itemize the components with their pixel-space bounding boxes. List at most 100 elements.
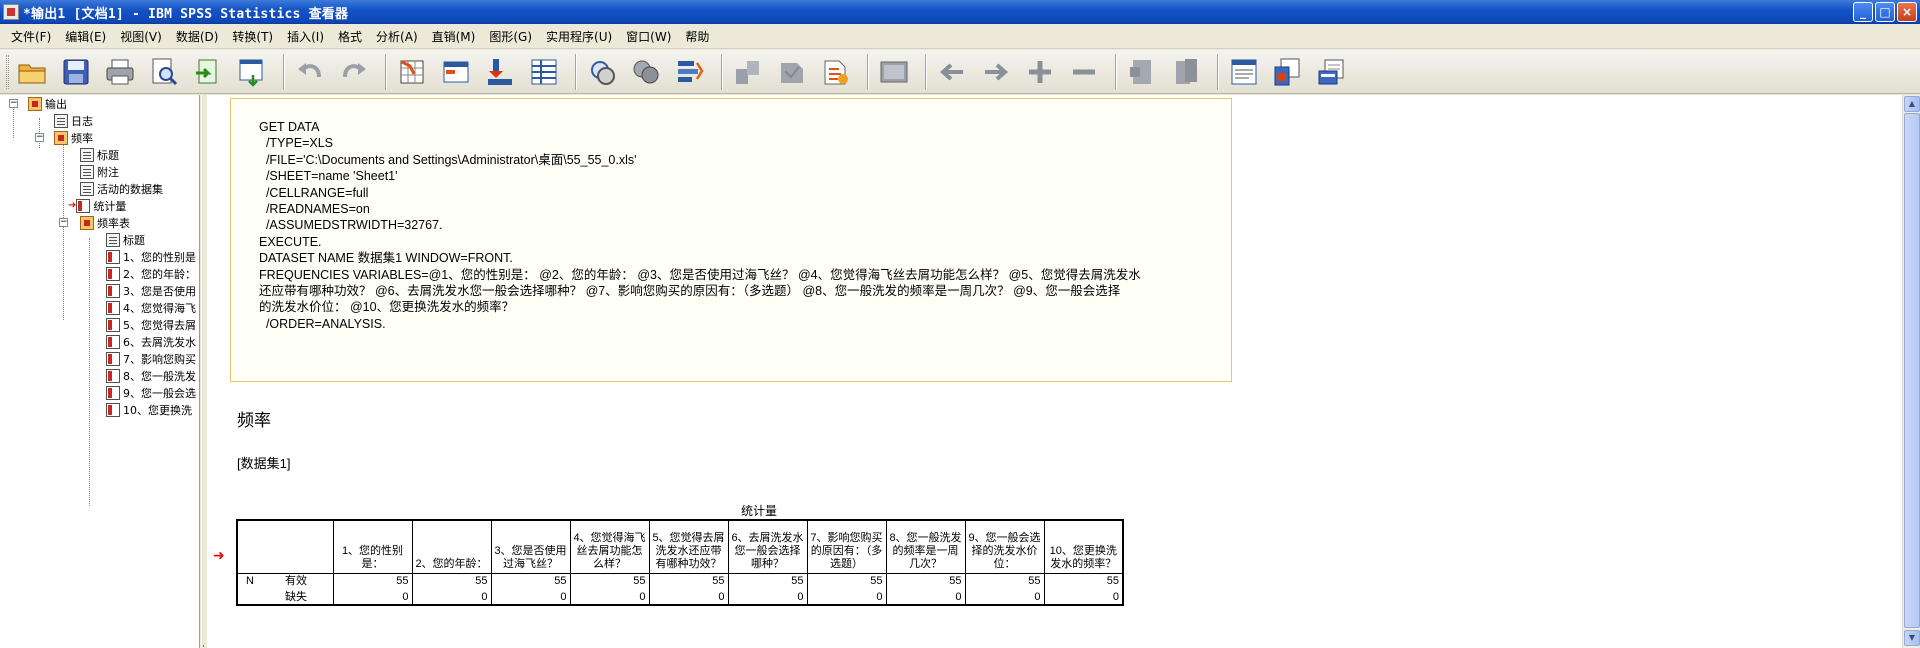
open-icon[interactable]	[13, 53, 51, 91]
syntax-line: /ASSUMEDSTRWIDTH=32767.	[259, 218, 443, 233]
statistics-table[interactable]: 1、您的性别是： 2、您的年龄： 3、您是否使用过海飞丝？ 4、您觉得海飞丝去屑…	[236, 519, 1124, 606]
maximize-button[interactable]: □	[1875, 2, 1895, 22]
tree-node-item-5[interactable]: 5、您觉得去屑	[106, 316, 196, 333]
goto-variable-icon[interactable]	[481, 53, 519, 91]
demote-icon[interactable]	[773, 53, 811, 91]
tree-node-item-4[interactable]: 4、您觉得海飞	[106, 299, 196, 316]
recall-dialog-icon[interactable]	[233, 53, 271, 91]
minimize-button[interactable]: _	[1853, 2, 1873, 22]
insert-title-icon[interactable]	[1167, 53, 1205, 91]
title-bar: *输出1 [文档1] - IBM SPSS Statistics 查看器 _ □…	[0, 0, 1920, 24]
tree-node-label: 日志	[71, 114, 93, 128]
insert-chart-icon[interactable]	[1269, 53, 1307, 91]
expand-icon[interactable]	[817, 53, 855, 91]
save-icon[interactable]	[57, 53, 95, 91]
collapse-toggle[interactable]: −	[35, 133, 44, 142]
insert-text-icon[interactable]	[1225, 53, 1263, 91]
table-cell: 0	[1043, 589, 1124, 606]
scroll-down-button[interactable]: ▼	[1904, 630, 1920, 646]
menu-utilities[interactable]: 实用程序(U)	[539, 28, 619, 45]
dataset-label[interactable]: [数据集1]	[237, 453, 290, 472]
tree-line	[63, 140, 64, 320]
menu-graphs[interactable]: 图形(G)	[482, 28, 539, 45]
undo-icon[interactable]	[291, 53, 329, 91]
tree-node-item-2[interactable]: 2、您的年龄：	[106, 265, 196, 282]
tree-node-subtitle[interactable]: 标题	[106, 231, 145, 248]
tree-node-item-6[interactable]: 6、去屑洗发水	[106, 333, 196, 350]
dataset-doc-icon	[80, 181, 94, 196]
tree-node-frequencies[interactable]: 频率	[54, 129, 93, 146]
table-icon	[106, 317, 120, 332]
menu-transform[interactable]: 转换(T)	[225, 28, 280, 45]
redo-icon[interactable]	[335, 53, 373, 91]
use-sets-icon[interactable]	[583, 53, 621, 91]
tree-node-active-dataset[interactable]: 活动的数据集	[80, 180, 163, 197]
plus-icon[interactable]	[1021, 53, 1059, 91]
column-header: 8、您一般洗发的频率是一周几次？	[885, 519, 965, 573]
menu-edit[interactable]: 编辑(E)	[58, 28, 113, 45]
minus-icon[interactable]	[1065, 53, 1103, 91]
table-cell: 0	[490, 589, 570, 606]
tree-node-log[interactable]: 日志	[54, 112, 93, 129]
menu-format[interactable]: 格式	[331, 28, 369, 45]
tree-node-item-3[interactable]: 3、您是否使用	[106, 282, 196, 299]
spss-app-icon[interactable]	[3, 4, 19, 20]
goto-data-icon[interactable]	[393, 53, 431, 91]
toolbar-separator	[721, 53, 723, 90]
menu-view[interactable]: 视图(V)	[113, 28, 169, 45]
title-doc-icon	[80, 147, 94, 162]
scroll-up-button[interactable]: ▲	[1904, 96, 1920, 112]
syntax-line: DATASET NAME 数据集1 WINDOW=FRONT.	[259, 251, 513, 266]
syntax-log-block[interactable]: GET DATA /TYPE=XLS /FILE='C:\Documents a…	[230, 98, 1232, 382]
tree-node-item-7[interactable]: 7、影响您购买	[106, 350, 196, 367]
table-cell: 55	[885, 572, 965, 589]
tree-node-title[interactable]: 标题	[80, 146, 119, 163]
row-label-missing: 缺失	[277, 589, 333, 606]
goto-case-icon[interactable]	[437, 53, 475, 91]
show-all-variables-icon[interactable]	[627, 53, 665, 91]
menu-help[interactable]: 帮助	[678, 28, 716, 45]
tree-node-item-8[interactable]: 8、您一般洗发	[106, 367, 196, 384]
menu-window[interactable]: 窗口(W)	[619, 28, 678, 45]
table-cell: 55	[964, 572, 1044, 589]
selected-item-arrow-icon: ➜	[213, 548, 225, 564]
vertical-scrollbar[interactable]: ▲ ▼	[1902, 95, 1920, 648]
menu-direct-marketing[interactable]: 直销(M)	[425, 28, 483, 45]
table-icon	[106, 266, 120, 281]
tree-node-item-10[interactable]: 10、您更换洗	[106, 401, 192, 418]
insert-heading-icon[interactable]	[1123, 53, 1161, 91]
tree-node-label: 频率	[71, 131, 93, 145]
menu-data[interactable]: 数据(D)	[169, 28, 226, 45]
tree-node-frequency-tables[interactable]: 频率表	[80, 214, 130, 231]
tree-node-item-1[interactable]: 1、您的性别是	[106, 248, 196, 265]
spelling-icon[interactable]	[671, 53, 709, 91]
print-preview-icon[interactable]	[145, 53, 183, 91]
frequencies-book-icon	[54, 130, 68, 145]
variables-icon[interactable]	[525, 53, 563, 91]
menu-analyze[interactable]: 分析(A)	[369, 28, 425, 45]
tree-node-notes[interactable]: 附注	[80, 163, 119, 180]
tree-node-statistics[interactable]: ➜ 统计量	[68, 197, 126, 214]
tree-node-label: 9、您一般会选	[123, 386, 196, 400]
menu-insert[interactable]: 插入(I)	[280, 28, 331, 45]
collapse-toggle[interactable]: −	[9, 99, 18, 108]
section-heading[interactable]: 频率	[237, 406, 271, 431]
export-icon[interactable]	[189, 53, 227, 91]
toolbar-grip[interactable]	[6, 54, 9, 89]
close-button[interactable]: ×	[1897, 2, 1917, 22]
syntax-line: /CELLRANGE=full	[259, 185, 369, 200]
tree-node-item-9[interactable]: 9、您一般会选	[106, 384, 196, 401]
insert-object-icon[interactable]	[1313, 53, 1351, 91]
promote-icon[interactable]	[729, 53, 767, 91]
menu-file[interactable]: 文件(F)	[4, 28, 58, 45]
column-header: 1、您的性别是：	[332, 519, 412, 573]
tree-node-output[interactable]: 输出	[28, 95, 67, 112]
collapse-toggle[interactable]: −	[59, 218, 68, 227]
show-icon[interactable]	[933, 53, 971, 91]
hide-icon[interactable]	[977, 53, 1015, 91]
syntax-line: 的洗发水价位： @10、您更换洗发水的频率？	[259, 300, 515, 315]
print-icon[interactable]	[101, 53, 139, 91]
collapse-icon[interactable]	[875, 53, 913, 91]
window-controls: _ □ ×	[1853, 2, 1917, 22]
scroll-thumb[interactable]	[1904, 113, 1920, 628]
